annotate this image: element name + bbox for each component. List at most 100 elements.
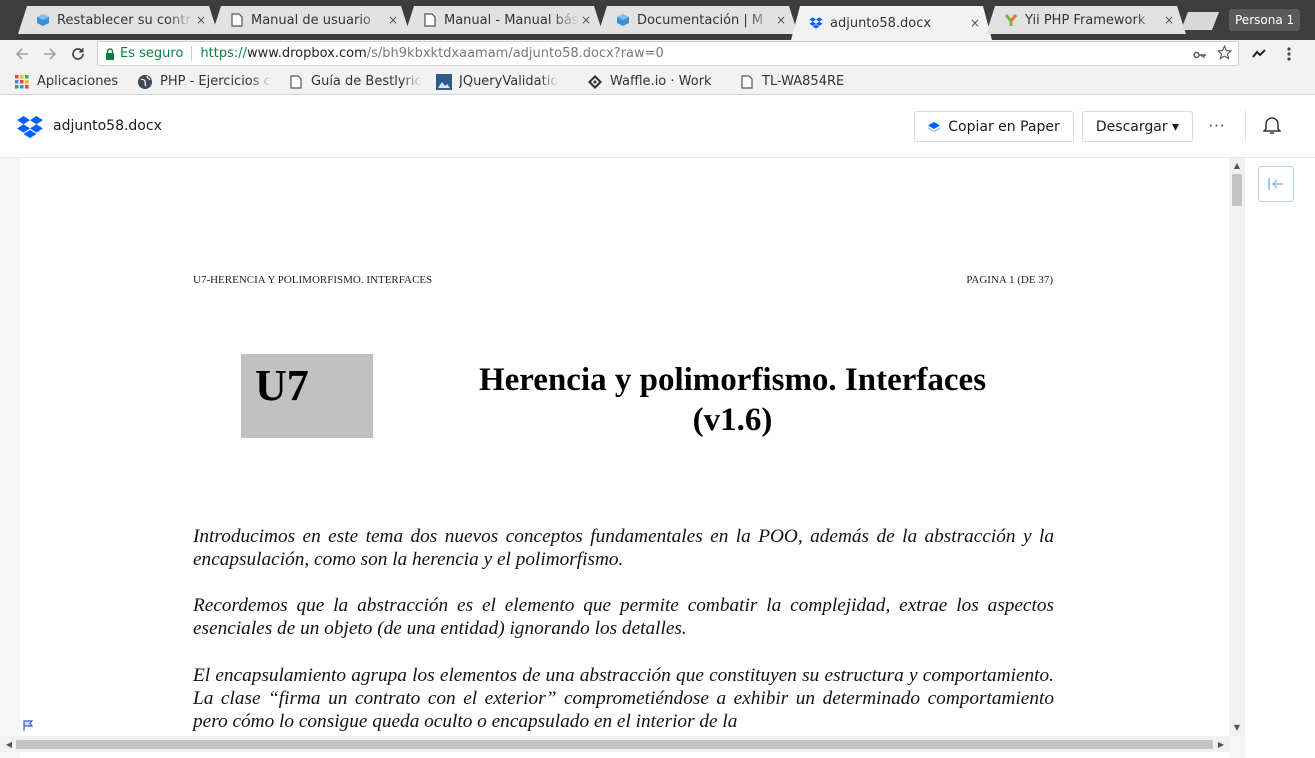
tab-adjunto58[interactable]: adjunto58.docx × xyxy=(791,6,992,40)
title-line-1: Herencia y polimorfismo. Interfaces xyxy=(478,362,987,398)
bookmark-php-ejercicios[interactable]: PHP - Ejercicios c xyxy=(137,72,277,91)
running-header-left: U7-HERENCIA Y POLIMORFISMO. INTERFACES xyxy=(193,274,433,286)
bookmark-label: Guía de Bestlyric xyxy=(311,74,422,89)
bell-icon[interactable] xyxy=(1261,113,1283,137)
tab-title: Manual - Manual básico xyxy=(444,12,579,28)
bookmark-label: JQueryValidatio xyxy=(459,74,559,89)
secure-label: Es seguro xyxy=(120,46,184,61)
dropbox-header: adjunto58.docx Copiar en Paper Descargar… xyxy=(0,96,1315,158)
download-button[interactable]: Descargar ▾ xyxy=(1082,111,1193,142)
scroll-right-icon[interactable]: ▶ xyxy=(1214,736,1228,752)
file-name: adjunto58.docx xyxy=(53,118,162,134)
scroll-left-icon[interactable]: ◀ xyxy=(2,736,16,752)
vertical-scrollbar[interactable]: ▲ ▼ xyxy=(1229,158,1245,736)
arrow-right-icon xyxy=(44,48,57,60)
scroll-up-icon[interactable]: ▲ xyxy=(1229,158,1245,172)
url-path: /s/bh9kbxktdxaamam/adjunto58.docx?raw=0 xyxy=(366,46,664,61)
tab-close-icon[interactable]: × xyxy=(388,13,398,27)
horizontal-scrollbar[interactable]: ◀ ▶ xyxy=(0,736,1229,752)
bookmark-label: Aplicaciones xyxy=(37,74,119,89)
running-header-right: PAGINA 1 (DE 37) xyxy=(966,274,1053,286)
document-icon xyxy=(230,13,244,27)
bookmark-guia-bestlyric[interactable]: Guía de Bestlyric xyxy=(288,72,425,91)
apps-grid-icon xyxy=(14,74,30,90)
key-icon[interactable] xyxy=(1193,46,1207,64)
dropbox-icon xyxy=(809,16,823,30)
star-icon[interactable] xyxy=(1216,44,1233,64)
document-icon xyxy=(423,13,437,27)
tab-close-icon[interactable]: × xyxy=(581,13,591,27)
address-bar[interactable]: Es seguro https:// www.dropbox.com /s/bh… xyxy=(97,41,1239,66)
arrow-left-icon xyxy=(15,48,28,60)
more-options-button[interactable]: ··· xyxy=(1204,114,1230,138)
unit-box: U7 xyxy=(241,354,373,438)
tab-title: Yii PHP Framework xyxy=(1025,12,1146,28)
tab-restablecer[interactable]: Restablecer su contraseña × xyxy=(18,6,218,34)
tab-manual-basico[interactable]: Manual - Manual básico × xyxy=(405,6,603,34)
paragraph: Recordemos que la abstracción es el elem… xyxy=(193,595,1054,639)
bookmark-label: PHP - Ejercicios c xyxy=(160,74,271,89)
extension-icon[interactable] xyxy=(1249,43,1269,65)
bookmark-aplicaciones[interactable]: Aplicaciones xyxy=(14,72,129,91)
browser-toolbar: Es seguro https:// www.dropbox.com /s/bh… xyxy=(0,40,1315,68)
document-title: Herencia y polimorfismo. Interfaces (v1.… xyxy=(420,360,1045,440)
url-scheme: https:// xyxy=(200,46,248,61)
tab-title: Restablecer su contraseña xyxy=(57,12,191,28)
download-label: Descargar ▾ xyxy=(1095,118,1180,135)
image-icon xyxy=(436,73,452,90)
tab-close-icon[interactable]: × xyxy=(1164,13,1174,27)
lock-icon xyxy=(105,47,115,60)
tab-close-icon[interactable]: × xyxy=(196,13,206,27)
bookmark-label: Waffle.io · Work xyxy=(610,74,712,89)
header-divider xyxy=(1245,110,1246,142)
expand-panel-button[interactable] xyxy=(1258,166,1294,202)
tab-title: Manual de usuario xyxy=(251,12,371,28)
tab-title: Documentación | M xyxy=(637,12,764,28)
new-tab-button[interactable] xyxy=(1181,12,1219,30)
tab-documentacion[interactable]: Documentación | M × xyxy=(598,6,798,34)
tab-strip: Restablecer su contraseña × Manual de us… xyxy=(0,0,1315,40)
blue-cube-icon xyxy=(36,13,50,27)
bookmark-label: TL-WA854RE xyxy=(762,74,845,89)
collapse-arrow-icon xyxy=(1268,178,1283,190)
copy-to-paper-label: Copiar en Paper xyxy=(948,118,1060,135)
bookmark-tl-wa854re[interactable]: TL-WA854RE xyxy=(739,72,859,91)
url-host: www.dropbox.com xyxy=(247,46,367,61)
back-button[interactable] xyxy=(11,43,33,65)
profile-button[interactable]: Persona 1 xyxy=(1229,9,1301,31)
tab-yii[interactable]: Yii PHP Framework × xyxy=(986,6,1186,34)
title-line-2: (v1.6) xyxy=(692,402,773,438)
unit-label: U7 xyxy=(255,361,309,410)
omnibox-separator xyxy=(191,46,193,61)
reload-icon xyxy=(72,48,84,60)
yii-icon xyxy=(1004,13,1018,27)
document-icon xyxy=(739,74,755,90)
document-icon xyxy=(288,74,304,90)
reload-button[interactable] xyxy=(67,43,89,65)
paper-icon xyxy=(928,121,941,132)
tab-close-icon[interactable]: × xyxy=(776,13,786,27)
tab-close-icon[interactable]: × xyxy=(970,16,980,30)
scroll-down-icon[interactable]: ▼ xyxy=(1229,720,1245,734)
blue-cube-icon xyxy=(616,13,630,27)
copy-to-paper-button[interactable]: Copiar en Paper xyxy=(914,111,1074,142)
tab-title: adjunto58.docx xyxy=(830,15,932,31)
paragraph: El encapsulamiento agrupa los elementos … xyxy=(193,665,1054,732)
waffle-icon xyxy=(587,74,603,90)
vertical-scroll-thumb[interactable] xyxy=(1232,174,1242,206)
document-preview: U7-HERENCIA Y POLIMORFISMO. INTERFACES P… xyxy=(0,158,1245,758)
flag-icon[interactable] xyxy=(22,720,34,735)
globe-icon xyxy=(137,74,153,90)
bookmarks-bar: Aplicaciones PHP - Ejercicios c Guía de … xyxy=(0,68,1315,95)
document-page: U7-HERENCIA Y POLIMORFISMO. INTERFACES P… xyxy=(20,158,1229,758)
forward-button[interactable] xyxy=(39,43,61,65)
bookmark-jqueryvalidation[interactable]: JQueryValidatio xyxy=(436,72,574,91)
bookmark-waffle[interactable]: Waffle.io · Work xyxy=(587,72,727,91)
paragraph: Introducimos en este tema dos nuevos con… xyxy=(193,526,1054,570)
side-panel xyxy=(1245,158,1315,758)
dropbox-logo-icon[interactable] xyxy=(16,116,44,144)
tab-manual-usuario[interactable]: Manual de usuario × xyxy=(212,6,410,34)
menu-kebab-icon[interactable] xyxy=(1279,43,1299,65)
omnibox-actions xyxy=(1193,44,1233,64)
horizontal-scroll-thumb[interactable] xyxy=(16,740,1213,749)
